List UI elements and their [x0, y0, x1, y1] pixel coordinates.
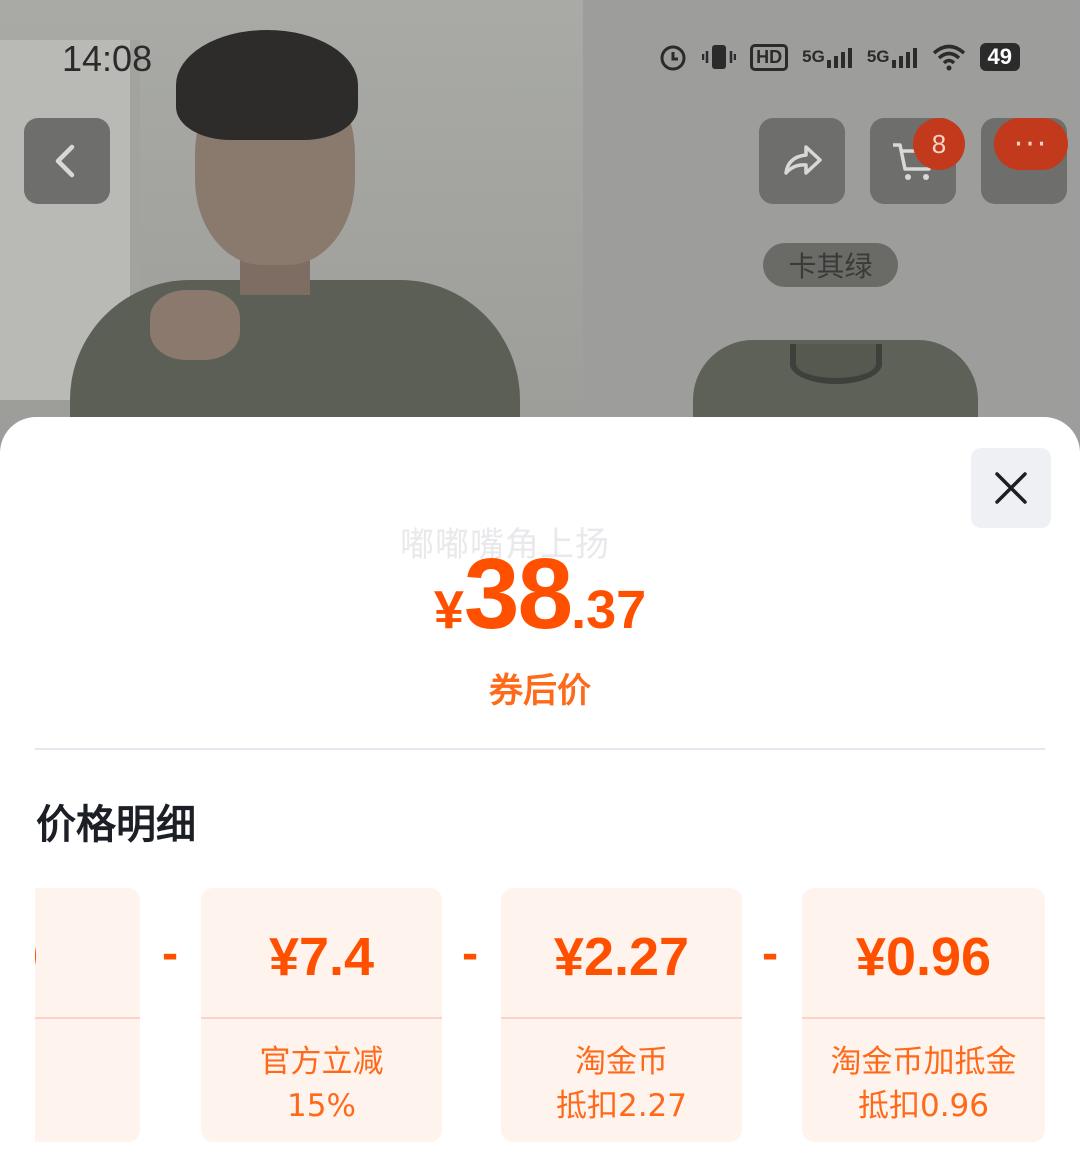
- price-decimal: .37: [571, 580, 647, 640]
- breakdown-amount: 9: [35, 926, 140, 988]
- breakdown-desc: 前: [35, 1060, 140, 1104]
- back-button[interactable]: [24, 118, 110, 204]
- battery-indicator: 49: [979, 43, 1020, 71]
- share-icon: [784, 145, 822, 175]
- close-button[interactable]: [971, 448, 1051, 528]
- hd-icon: HD: [750, 43, 789, 71]
- status-time: 14:08: [62, 38, 153, 79]
- final-price: ¥38.37: [0, 537, 1080, 652]
- flat-sweatshirt-collar: [790, 344, 882, 384]
- breakdown-desc-line1: 淘金币: [575, 1044, 668, 1080]
- vibrate-icon: [702, 42, 737, 72]
- breakdown-amount: ¥7.4: [268, 927, 375, 987]
- price-label: 券后价: [489, 671, 591, 711]
- share-button[interactable]: [759, 118, 845, 204]
- status-bar: 14:08 HD 5G 5G 49: [0, 0, 1080, 110]
- breakdown-desc-line1: 淘金币加抵金: [830, 1044, 1017, 1080]
- breakdown-desc-line2: 抵扣2.27: [555, 1088, 688, 1124]
- breakdown-card: ¥7.4 官方立减 15%: [201, 888, 442, 1142]
- breakdown-desc: 官方立减 15%: [201, 1040, 442, 1128]
- breakdown-card: ¥0.96 淘金币加抵金 抵扣0.96: [802, 888, 1045, 1142]
- breakdown-divider: [802, 1017, 1045, 1019]
- divider: [35, 748, 1045, 750]
- breakdown-desc: 淘金币 抵扣2.27: [501, 1040, 742, 1128]
- cart-count-badge: 8: [913, 118, 965, 170]
- signal-icon-2: 5G: [867, 46, 918, 68]
- breakdown-desc-line1: 官方立减: [259, 1044, 384, 1080]
- status-icons: HD 5G 5G 49: [658, 42, 1020, 72]
- breakdown-card: ¥2.27 淘金币 抵扣2.27: [501, 888, 742, 1142]
- close-icon: [995, 472, 1027, 504]
- minus-operator: -: [761, 932, 779, 978]
- price-detail-sheet: 嘟嘟嘴角上扬 ¥38.37 券后价 价格明细 9 前 - ¥7.4 官方立减 1…: [0, 417, 1080, 1172]
- wifi-icon: [932, 43, 966, 71]
- breakdown-divider: [35, 1017, 140, 1019]
- section-title: 价格明细: [36, 802, 196, 848]
- price-integer: 38: [463, 538, 573, 650]
- breakdown-divider: [201, 1017, 442, 1019]
- price-currency: ¥: [433, 580, 464, 640]
- breakdown-card: 9 前: [35, 888, 140, 1142]
- minus-operator: -: [161, 932, 179, 978]
- breakdown-amount: ¥2.27: [553, 927, 690, 987]
- signal-icon: 5G: [802, 46, 853, 68]
- breakdown-desc-line2: 抵扣0.96: [857, 1088, 990, 1124]
- breakdown-divider: [501, 1017, 742, 1019]
- alarm-icon: [658, 42, 688, 72]
- color-variant-tag[interactable]: 卡其绿: [763, 243, 898, 287]
- model-hand: [150, 290, 240, 360]
- breakdown-desc-line2: 15%: [287, 1088, 356, 1124]
- price-breakdown-row[interactable]: 9 前 - ¥7.4 官方立减 15% - ¥2.27 淘金币 抵扣2.27 -: [35, 888, 1045, 1142]
- minus-operator: -: [461, 932, 479, 978]
- more-icon[interactable]: ···: [994, 118, 1068, 170]
- breakdown-desc: 淘金币加抵金 抵扣0.96: [802, 1040, 1045, 1128]
- breakdown-amount: ¥0.96: [855, 927, 992, 987]
- back-icon: [55, 144, 75, 178]
